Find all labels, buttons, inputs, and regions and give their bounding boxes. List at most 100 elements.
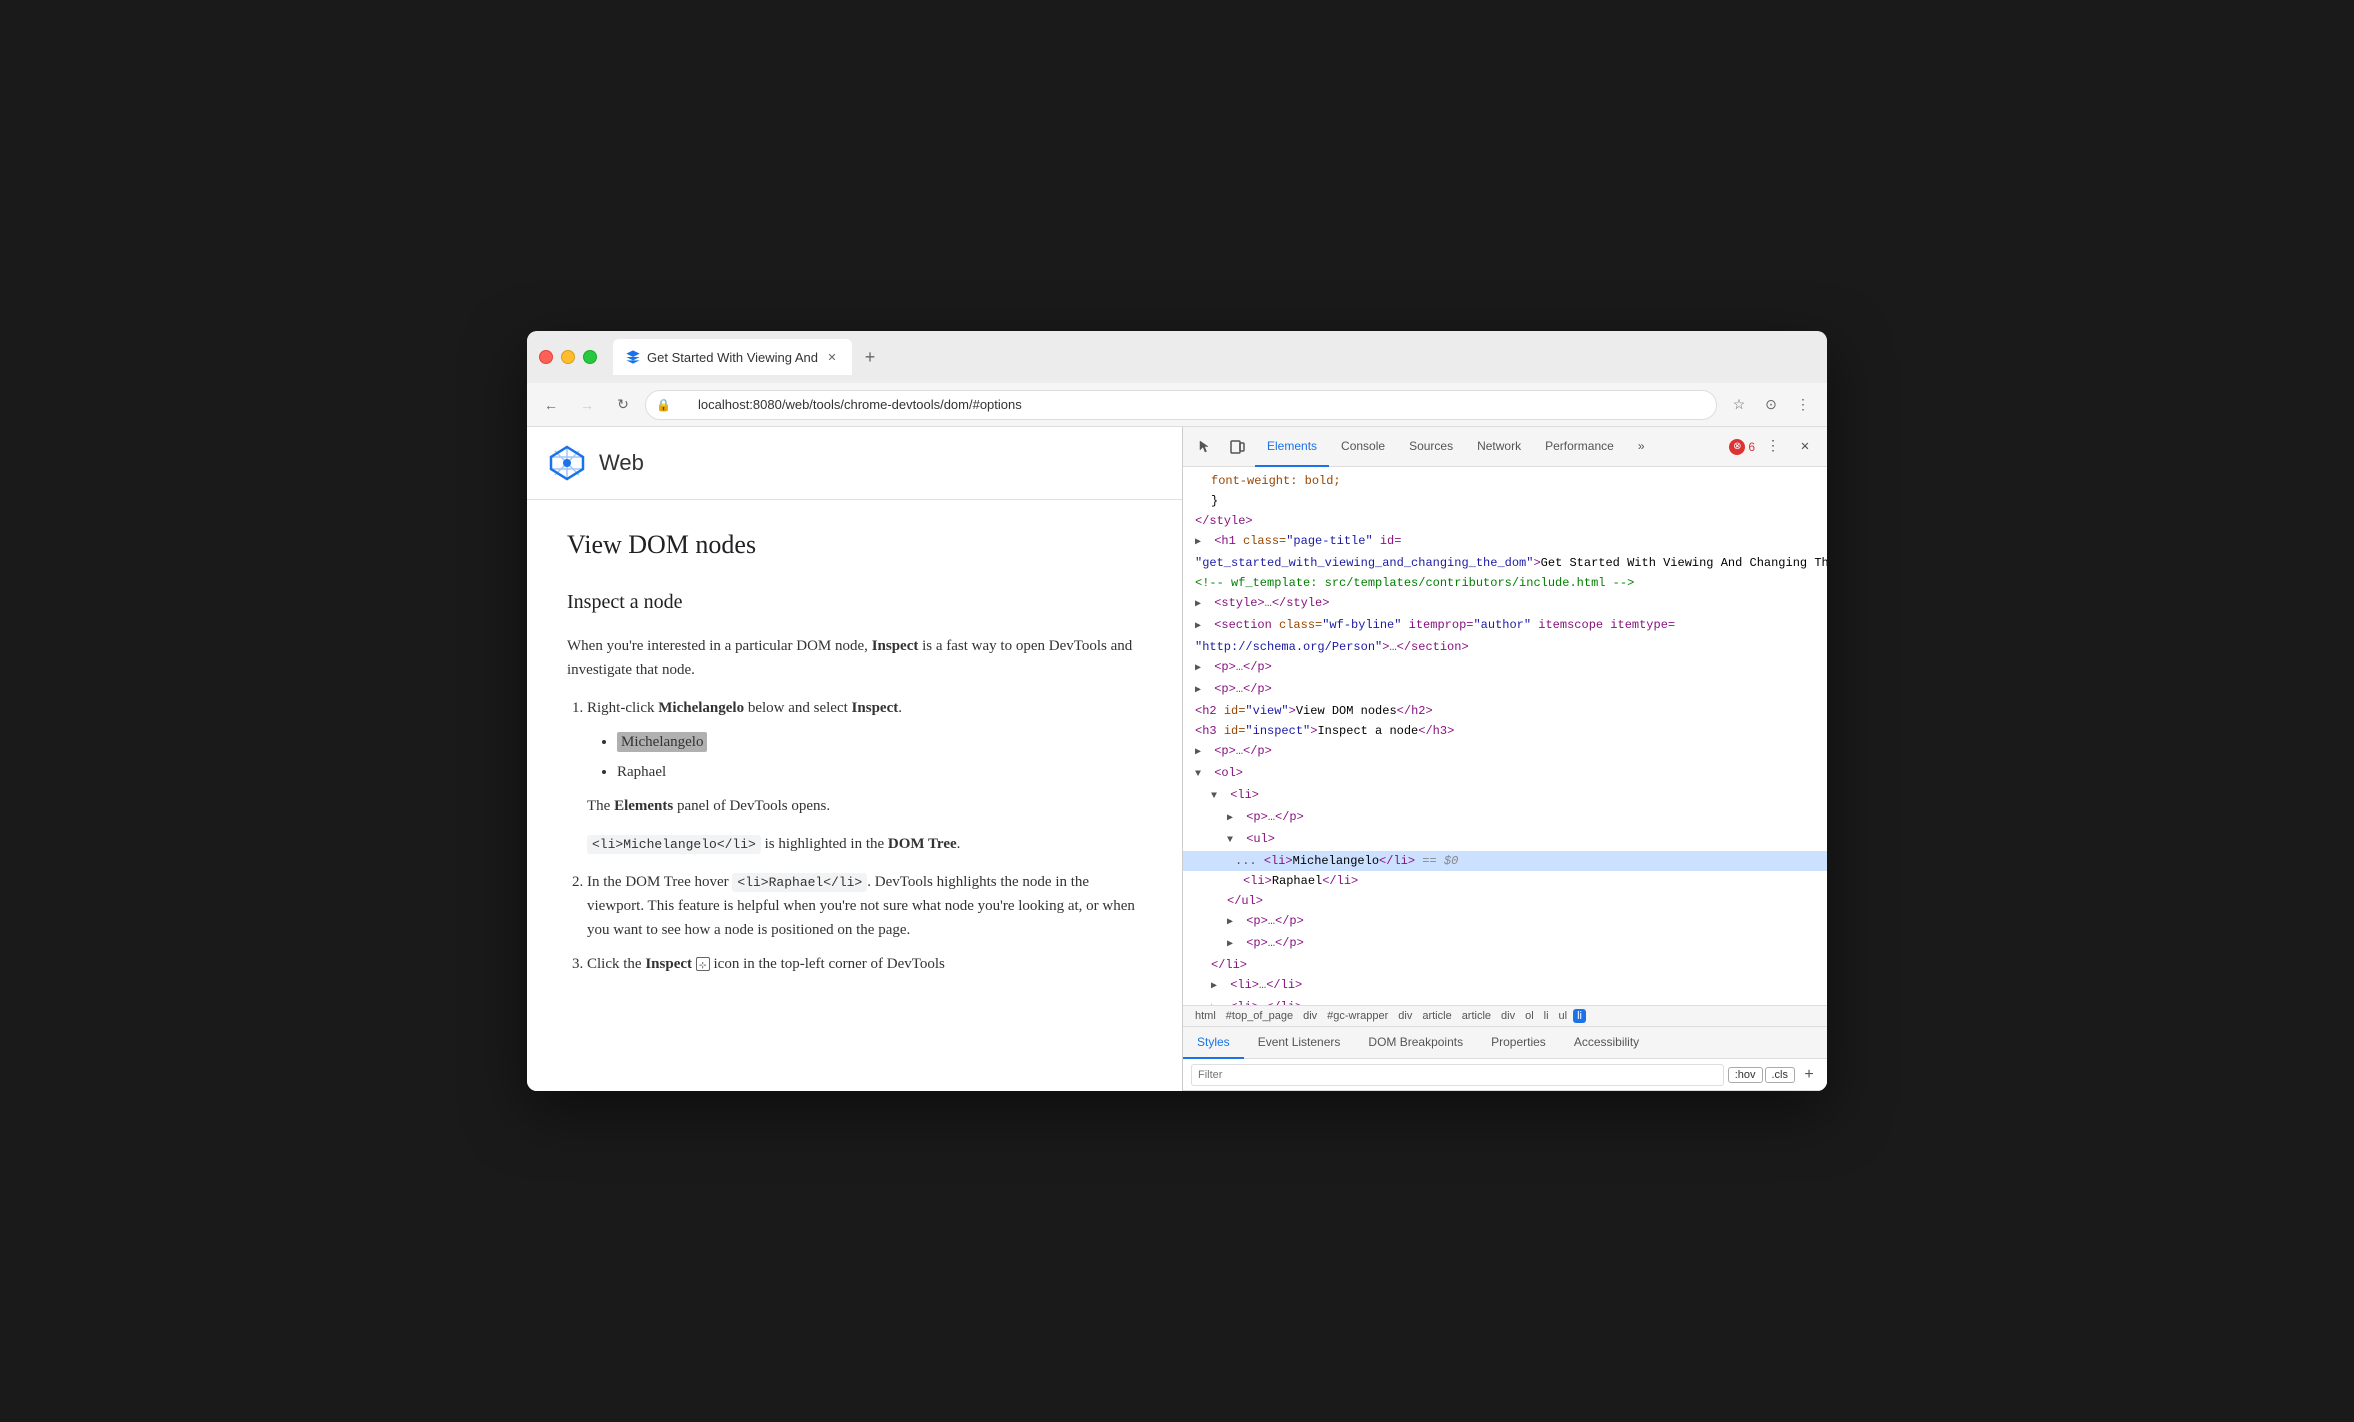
new-tab-button[interactable]: + <box>856 343 884 371</box>
dom-line-css-brace: } <box>1183 491 1827 511</box>
tab-more[interactable]: » <box>1626 427 1657 467</box>
breadcrumb-gc-wrapper[interactable]: #gc-wrapper <box>1323 1009 1392 1023</box>
h3-id-val: "inspect" <box>1245 724 1310 738</box>
minimize-window-button[interactable] <box>561 350 575 364</box>
page-area: Web View DOM nodes Inspect a node When y… <box>527 427 1182 1091</box>
h1-class-attr: class= <box>1243 534 1286 548</box>
breadcrumb-html[interactable]: html <box>1191 1009 1220 1023</box>
filter-hov-badge[interactable]: :hov <box>1728 1067 1763 1083</box>
section-class-val: "wf-byline" <box>1322 618 1401 632</box>
breadcrumb-ol[interactable]: ol <box>1521 1009 1538 1023</box>
close-window-button[interactable] <box>539 350 553 364</box>
p1-triangle[interactable] <box>1195 660 1207 678</box>
css-close-brace: } <box>1211 494 1218 508</box>
breadcrumb-li-active[interactable]: li <box>1573 1009 1586 1023</box>
tab-performance[interactable]: Performance <box>1533 427 1626 467</box>
breadcrumb-div1[interactable]: div <box>1299 1009 1321 1023</box>
devtools-settings-button[interactable]: ⋮ <box>1759 433 1787 461</box>
p3-triangle[interactable] <box>1195 744 1207 762</box>
dom-line-p5: <p>…</p> <box>1183 911 1827 933</box>
breadcrumb-article2[interactable]: article <box>1458 1009 1495 1023</box>
active-tab[interactable]: Get Started With Viewing And ✕ <box>613 339 852 375</box>
breadcrumb-ul[interactable]: ul <box>1555 1009 1572 1023</box>
back-button[interactable]: ← <box>537 391 565 419</box>
bottom-tab-properties[interactable]: Properties <box>1477 1027 1560 1059</box>
p2-triangle[interactable] <box>1195 682 1207 700</box>
section-triangle[interactable] <box>1195 618 1207 636</box>
tab-console[interactable]: Console <box>1329 427 1397 467</box>
ol-tag: <ol> <box>1214 766 1243 780</box>
bottom-tab-styles[interactable]: Styles <box>1183 1027 1244 1059</box>
michelangelo-highlight: Michelangelo <box>617 732 707 752</box>
p1-close: </p> <box>1243 660 1272 674</box>
section-close: </section> <box>1397 640 1469 654</box>
breadcrumb-article1[interactable]: article <box>1418 1009 1455 1023</box>
breadcrumb-li[interactable]: li <box>1540 1009 1553 1023</box>
li-tag: <li> <box>1230 788 1259 802</box>
h2-id-val: "view" <box>1245 704 1288 718</box>
p4-triangle[interactable] <box>1227 810 1239 828</box>
bookmark-star-icon: ☆ <box>1733 396 1746 413</box>
breadcrumb-div3[interactable]: div <box>1497 1009 1519 1023</box>
li2-triangle[interactable] <box>1211 978 1223 996</box>
devtools-close-button[interactable]: ✕ <box>1791 433 1819 461</box>
dom-line-li-michelangelo: ... <li>Michelangelo</li> == $0 <box>1183 851 1827 871</box>
maximize-window-button[interactable] <box>583 350 597 364</box>
bottom-tab-event-listeners[interactable]: Event Listeners <box>1244 1027 1355 1059</box>
steps-list: Right-click Michelangelo below and selec… <box>567 696 1142 976</box>
section-itemprop-val: "author" <box>1473 618 1531 632</box>
li-triangle[interactable] <box>1211 788 1223 806</box>
chrome-menu-button[interactable]: ⋮ <box>1789 391 1817 419</box>
intro-paragraph: When you're interested in a particular D… <box>567 634 1142 682</box>
intro-text: When you're interested in a particular D… <box>567 638 872 654</box>
web-logo-icon <box>547 443 587 483</box>
li-mich-tag: <li> <box>1264 854 1293 868</box>
h1-class-val: "page-title" <box>1286 534 1372 548</box>
forward-button[interactable]: → <box>573 391 601 419</box>
breadcrumb-top-of-page[interactable]: #top_of_page <box>1222 1009 1297 1023</box>
ul-triangle[interactable] <box>1227 832 1239 850</box>
p5-ellipsis: … <box>1268 914 1275 928</box>
h1-triangle[interactable] <box>1195 534 1207 552</box>
styles-filter-input[interactable] <box>1191 1064 1724 1086</box>
page-h3: Inspect a node <box>567 586 1142 618</box>
page-header: Web <box>527 427 1182 500</box>
tab-network[interactable]: Network <box>1465 427 1533 467</box>
dom-line-h3: <h3 id="inspect">Inspect a node</h3> <box>1183 721 1827 741</box>
traffic-lights <box>539 350 597 364</box>
bottom-tab-dom-breakpoints[interactable]: DOM Breakpoints <box>1354 1027 1477 1059</box>
elements-panel-bold: Elements <box>614 798 673 814</box>
tab-sources[interactable]: Sources <box>1397 427 1465 467</box>
dom-line-section-value: "http://schema.org/Person">…</section> <box>1183 637 1827 657</box>
tab-close-button[interactable]: ✕ <box>824 349 840 365</box>
section-tag2: itemprop= <box>1401 618 1473 632</box>
devtools-toolbar-right: ⊗ 6 ⋮ ✕ <box>1729 433 1819 461</box>
step-2: In the DOM Tree hover <li>Raphael</li>. … <box>587 870 1142 942</box>
reload-button[interactable]: ↻ <box>609 391 637 419</box>
raphael-code: <li>Raphael</li> <box>732 873 867 892</box>
p2-tag: <p> <box>1214 682 1236 696</box>
cursor-inspect-icon <box>1197 439 1213 455</box>
p3-close: </p> <box>1243 744 1272 758</box>
inspect-element-button[interactable] <box>1191 433 1219 461</box>
p6-triangle[interactable] <box>1227 936 1239 954</box>
browser-content: Web View DOM nodes Inspect a node When y… <box>527 427 1827 1091</box>
chrome-menu-icon: ⋮ <box>1796 396 1810 413</box>
tab-elements[interactable]: Elements <box>1255 427 1329 467</box>
profile-button[interactable]: ⊙ <box>1757 391 1785 419</box>
breadcrumb-div2[interactable]: div <box>1394 1009 1416 1023</box>
p5-triangle[interactable] <box>1227 914 1239 932</box>
section-ellipsis: … <box>1389 640 1396 654</box>
dom-line-style-collapsed: <style>…</style> <box>1183 593 1827 615</box>
filter-add-button[interactable]: + <box>1799 1065 1819 1085</box>
style2-triangle[interactable] <box>1195 596 1207 614</box>
device-mode-button[interactable] <box>1223 433 1251 461</box>
profile-icon: ⊙ <box>1765 396 1777 413</box>
address-input[interactable]: 🔒 localhost:8080/web/tools/chrome-devtoo… <box>645 390 1717 420</box>
bottom-tab-accessibility[interactable]: Accessibility <box>1560 1027 1653 1059</box>
h1-tag2: id= <box>1373 534 1402 548</box>
bookmark-button[interactable]: ☆ <box>1725 391 1753 419</box>
ol-triangle[interactable] <box>1195 766 1207 784</box>
dom-tree[interactable]: font-weight: bold; } </style> <h1 class=… <box>1183 467 1827 1005</box>
filter-cls-badge[interactable]: .cls <box>1765 1067 1796 1083</box>
